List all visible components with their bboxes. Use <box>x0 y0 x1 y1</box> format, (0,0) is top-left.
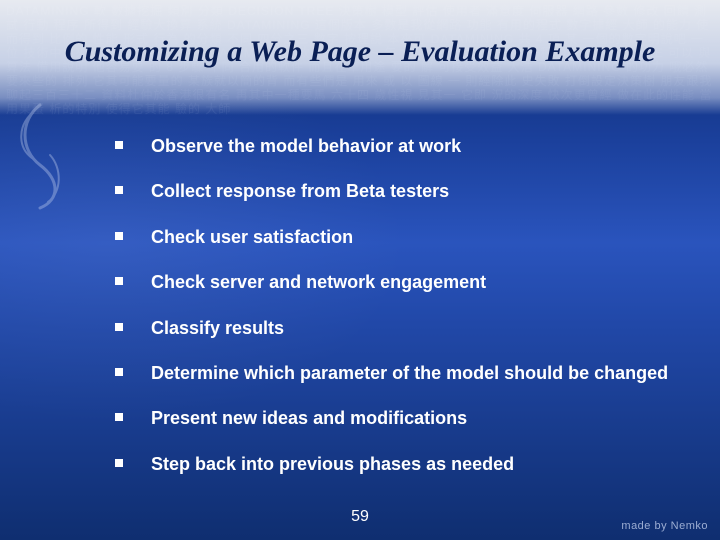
bullet-icon <box>115 186 123 194</box>
bullet-text: Present new ideas and modifications <box>151 407 467 430</box>
bullet-icon <box>115 459 123 467</box>
bullet-text: Check user satisfaction <box>151 226 353 249</box>
list-item: Collect response from Beta testers <box>115 180 670 203</box>
bullet-text: Determine which parameter of the model s… <box>151 362 668 385</box>
list-item: Present new ideas and modifications <box>115 407 670 430</box>
bullet-text: Classify results <box>151 317 284 340</box>
bullet-icon <box>115 141 123 149</box>
decorative-swirl-icon <box>10 100 70 210</box>
slide: DATAMINING 軟 數據挖掘 類別 分類 DECISION TREE 決策… <box>0 0 720 540</box>
title-band: Customizing a Web Page – Evaluation Exam… <box>0 0 720 115</box>
bullet-list: Observe the model behavior at work Colle… <box>115 135 670 490</box>
list-item: Observe the model behavior at work <box>115 135 670 158</box>
bullet-text: Step back into previous phases as needed <box>151 453 514 476</box>
bullet-text: Check server and network engagement <box>151 271 486 294</box>
bullet-icon <box>115 277 123 285</box>
bullet-text: Observe the model behavior at work <box>151 135 461 158</box>
bullet-icon <box>115 413 123 421</box>
list-item: Determine which parameter of the model s… <box>115 362 670 385</box>
bullet-icon <box>115 323 123 331</box>
bullet-text: Collect response from Beta testers <box>151 180 449 203</box>
bullet-icon <box>115 368 123 376</box>
list-item: Classify results <box>115 317 670 340</box>
slide-title: Customizing a Web Page – Evaluation Exam… <box>65 33 656 71</box>
page-number: 59 <box>0 508 720 526</box>
list-item: Step back into previous phases as needed <box>115 453 670 476</box>
list-item: Check server and network engagement <box>115 271 670 294</box>
list-item: Check user satisfaction <box>115 226 670 249</box>
bullet-icon <box>115 232 123 240</box>
footer-brand: made by Nemko <box>621 520 708 532</box>
